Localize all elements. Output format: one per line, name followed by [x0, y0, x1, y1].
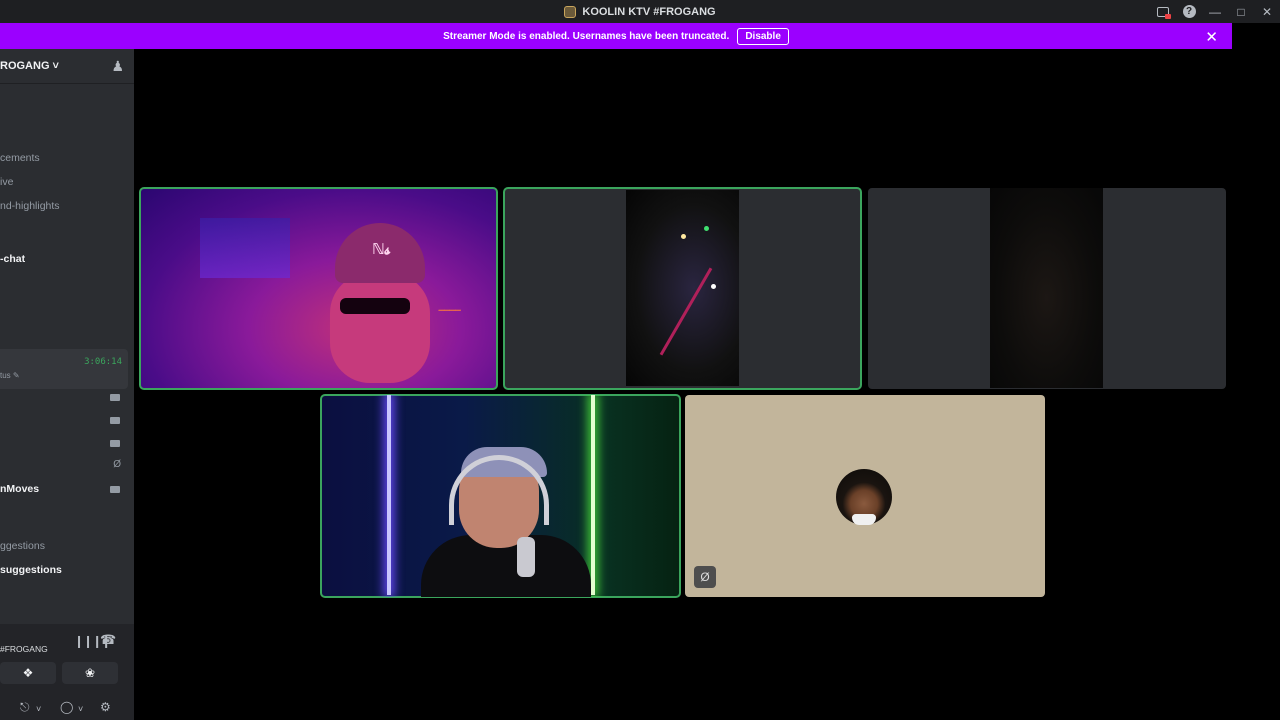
add-member-icon[interactable]: ♟	[111, 58, 124, 75]
led-strip-purple	[387, 395, 391, 595]
light-streak	[659, 267, 713, 356]
window-controls: ? — □ ✕	[1150, 0, 1280, 23]
channel-sidebar: ROGANG ˅ ♟ cements ive nd-highlights -ch…	[0, 49, 134, 720]
microphone-icon[interactable]: ⎋	[20, 700, 30, 715]
window-title-text: KOOLIN KTV #FROGANG	[582, 5, 716, 18]
background-shelf	[200, 218, 290, 278]
voice-connection-panel: #FROGANG ❙❙❙❙ ☎ ❖ ❀ ⎋ ˅ ◯ ˅ ⚙	[0, 624, 134, 720]
channel-item[interactable]: ive	[0, 176, 13, 188]
streamer-mode-banner: Streamer Mode is enabled. Usernames have…	[0, 23, 1232, 49]
participant-glasses	[340, 298, 410, 314]
light-dot	[681, 234, 686, 239]
mic-muted-icon: Ø	[694, 566, 716, 588]
screen-share-icon[interactable]	[1150, 0, 1176, 23]
window-title: KOOLIN KTV #FROGANG	[564, 5, 716, 18]
light-dot	[704, 226, 709, 231]
disable-button[interactable]: Disable	[737, 27, 789, 45]
chevron-down-icon[interactable]: ˅	[78, 704, 83, 714]
server-header[interactable]: ROGANG ˅ ♟	[0, 49, 134, 84]
headset-icon[interactable]: ◯	[60, 700, 73, 714]
channel-item[interactable]: -chat	[0, 253, 25, 265]
voice-channel-name: #FROGANG	[0, 644, 48, 654]
avatar-shirt	[852, 514, 876, 525]
video-stage: ℕ𝓼 ⎯⎯⎯⎯ Ø	[134, 49, 1232, 720]
voice-status[interactable]: tus ✎	[0, 371, 20, 380]
participant-video-feed	[626, 190, 739, 386]
camera-icon	[110, 394, 120, 401]
server-icon	[564, 5, 577, 18]
neon-sign: ⎯⎯⎯⎯	[438, 304, 460, 316]
video-tile-participant-5[interactable]: Ø	[685, 395, 1045, 597]
chevron-down-icon[interactable]: ˅	[36, 704, 41, 714]
server-name: ROGANG ˅	[0, 60, 59, 72]
channel-item[interactable]: ggestions	[0, 540, 45, 552]
close-icon[interactable]: ✕	[1254, 0, 1280, 23]
help-icon[interactable]: ?	[1176, 0, 1202, 23]
voice-member[interactable]: nMoves	[0, 483, 39, 495]
mic-muted-icon: Ø	[113, 459, 121, 470]
channel-item[interactable]: cements	[0, 152, 40, 164]
banner-close-icon[interactable]: ✕	[1205, 28, 1218, 46]
activities-button[interactable]: ❖	[0, 662, 56, 684]
rocket-icon: ❀	[84, 666, 96, 680]
video-tile-participant-1[interactable]: ℕ𝓼 ⎯⎯⎯⎯	[139, 187, 498, 390]
voice-channel-active[interactable]: 3:06:14 tus ✎	[0, 349, 128, 389]
channel-item[interactable]: suggestions	[0, 564, 62, 576]
soundboard-button[interactable]: ❀	[62, 662, 118, 684]
participant-video-feed	[990, 188, 1103, 388]
cap-logo: ℕ𝓼	[372, 241, 391, 258]
camera-icon	[110, 440, 120, 447]
camera-icon	[110, 486, 120, 493]
light-dot	[711, 284, 716, 289]
voice-timer: 3:06:14	[84, 357, 122, 367]
maximize-icon[interactable]: □	[1228, 0, 1254, 23]
call-controls-bar[interactable]	[134, 700, 1232, 720]
settings-gear-icon[interactable]: ⚙	[100, 700, 111, 714]
streamer-mode-message: Streamer Mode is enabled. Usernames have…	[443, 30, 730, 42]
led-strip-green	[591, 395, 595, 595]
video-tile-participant-3[interactable]	[868, 188, 1226, 389]
camera-icon	[110, 417, 120, 424]
disconnect-icon[interactable]: ☎	[100, 632, 116, 648]
microphone	[517, 537, 535, 577]
minimize-icon[interactable]: —	[1202, 0, 1228, 23]
channel-item[interactable]: nd-highlights	[0, 200, 60, 212]
window-titlebar: KOOLIN KTV #FROGANG ? — □ ✕	[0, 0, 1280, 23]
participant-face	[330, 273, 430, 383]
video-tile-participant-2[interactable]	[503, 187, 862, 390]
grid-icon: ❖	[22, 666, 34, 680]
video-tile-participant-4[interactable]	[320, 394, 681, 598]
